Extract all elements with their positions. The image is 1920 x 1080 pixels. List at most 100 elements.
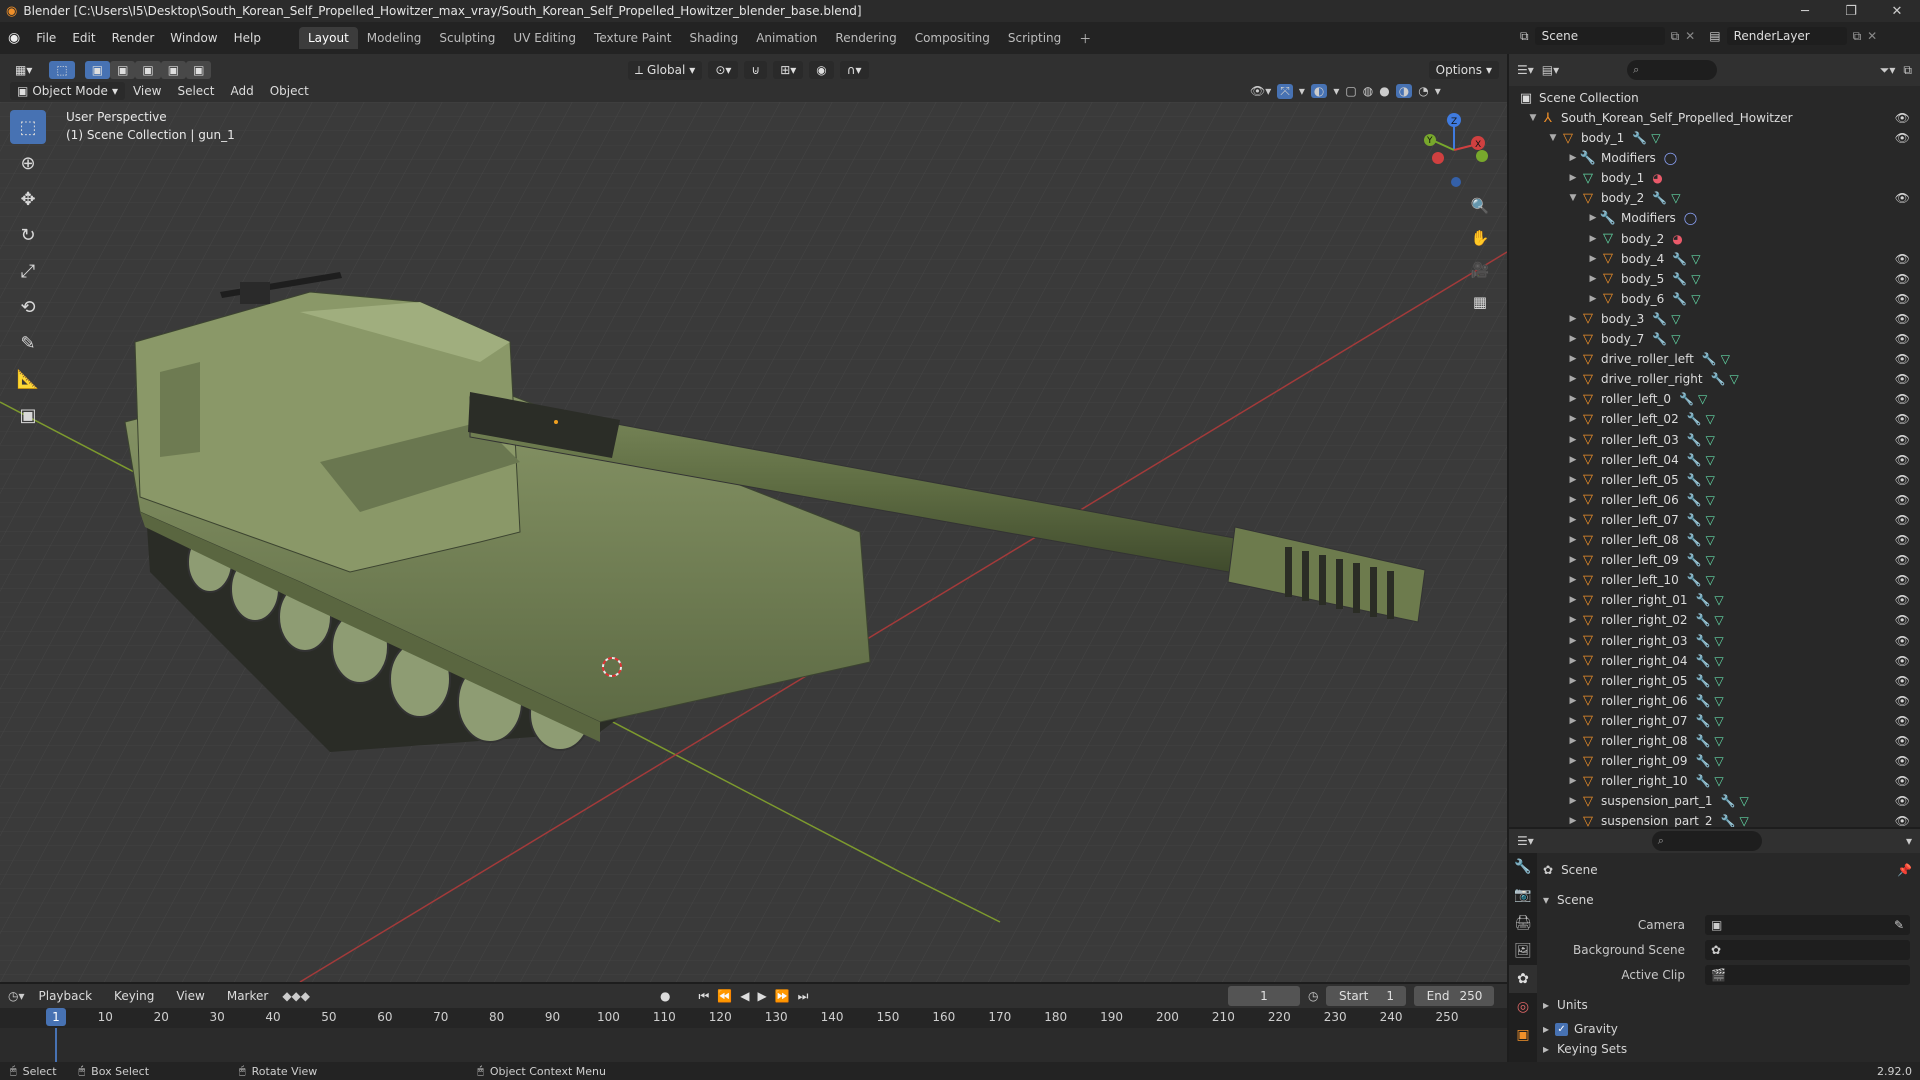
modifier-icon[interactable]: 🔧: [1687, 493, 1702, 507]
keying-sets-panel-header[interactable]: ▸ Keying Sets: [1539, 1042, 1920, 1056]
modifier-icon[interactable]: 🔧: [1695, 694, 1710, 708]
tab-compositing[interactable]: Compositing: [906, 27, 999, 49]
jump-end-icon[interactable]: ⏭: [798, 989, 809, 1004]
visibility-eye-icon[interactable]: 👁: [1895, 493, 1910, 507]
timeline-menu-marker[interactable]: Marker: [219, 989, 276, 1003]
expand-arrow-icon[interactable]: ▶: [1567, 314, 1579, 324]
filter-icon[interactable]: ⏷▾: [1880, 63, 1896, 78]
select-mode-intersect-icon[interactable]: ▣: [186, 61, 212, 79]
mesh-data-icon[interactable]: ▽: [1739, 814, 1748, 827]
close-button[interactable]: ✕: [1874, 0, 1920, 22]
visibility-eye-icon[interactable]: 👁: [1895, 634, 1910, 648]
gravity-panel-header[interactable]: ▸ ✓ Gravity: [1539, 1018, 1920, 1040]
gizmo-toggle-icon[interactable]: ⤧: [1277, 83, 1293, 99]
modifier-icon[interactable]: 🔧: [1652, 332, 1667, 346]
menu-help[interactable]: Help: [226, 31, 269, 45]
expand-arrow-icon[interactable]: ▶: [1567, 756, 1579, 766]
expand-arrow-icon[interactable]: ▶: [1587, 254, 1599, 264]
expand-arrow-icon[interactable]: ▶: [1567, 495, 1579, 505]
modifier-icon[interactable]: 🔧: [1695, 774, 1710, 788]
play-reverse-icon[interactable]: ◀: [740, 989, 749, 1003]
mesh-data-icon[interactable]: ▽: [1691, 292, 1700, 306]
select-mode-new-icon[interactable]: ▣: [84, 61, 111, 79]
menu-render[interactable]: Render: [104, 31, 163, 45]
modifier-icon[interactable]: 🔧: [1695, 734, 1710, 748]
mesh-data-icon[interactable]: ▽: [1721, 352, 1730, 366]
visibility-eye-icon[interactable]: 👁: [1895, 794, 1910, 808]
pan-hand-icon[interactable]: ✋: [1466, 224, 1494, 252]
timeline-ruler[interactable]: 1102030405060708090100110120130140150160…: [0, 1008, 1507, 1028]
visibility-eye-icon[interactable]: 👁: [1895, 191, 1910, 205]
visibility-icon[interactable]: 👁▾: [1250, 84, 1271, 98]
visibility-eye-icon[interactable]: 👁: [1895, 593, 1910, 607]
outliner-scene-collection[interactable]: ▣ Scene Collection: [1517, 88, 1639, 108]
collapse-arrow-icon[interactable]: ▼: [1547, 133, 1559, 143]
outliner-collection-row[interactable]: ▼ ⅄ South_Korean_Self_Propelled_Howitzer…: [1527, 108, 1920, 128]
mesh-data-icon[interactable]: ▽: [1671, 191, 1680, 205]
material-icon[interactable]: ◕: [1672, 232, 1682, 246]
visibility-eye-icon[interactable]: 👁: [1895, 714, 1910, 728]
cursor-tool-icon[interactable]: ⊕: [10, 146, 46, 180]
mesh-data-icon[interactable]: ▽: [1651, 131, 1660, 145]
modifier-icon[interactable]: 🔧: [1687, 412, 1702, 426]
expand-arrow-icon[interactable]: ▶: [1587, 213, 1599, 223]
mesh-data-icon[interactable]: ▽: [1671, 332, 1680, 346]
visibility-eye-icon[interactable]: 👁: [1895, 453, 1910, 467]
expand-arrow-icon[interactable]: ▶: [1567, 535, 1579, 545]
start-frame-field[interactable]: Start 1: [1326, 986, 1407, 1006]
mesh-data-icon[interactable]: ▽: [1714, 714, 1723, 728]
modifier-icon[interactable]: 🔧: [1687, 513, 1702, 527]
outliner-row[interactable]: ▶ ▽ roller_left_10 🔧 ▽ 👁: [1509, 570, 1920, 590]
menu-edit[interactable]: Edit: [64, 31, 103, 45]
3d-viewport[interactable]: [0, 102, 1507, 982]
view-layer-tab-icon[interactable]: 🖼: [1509, 937, 1537, 965]
snap-target-dropdown[interactable]: ⊞▾: [773, 61, 804, 79]
visibility-eye-icon[interactable]: 👁: [1895, 613, 1910, 627]
blender-menu-icon[interactable]: ◉: [0, 30, 28, 46]
modifier-icon[interactable]: 🔧: [1672, 272, 1687, 286]
ortho-grid-icon[interactable]: ▦: [1466, 288, 1494, 316]
modifier-icon[interactable]: 🔧: [1632, 131, 1647, 145]
snap-toggle-icon[interactable]: ⊍: [744, 61, 768, 79]
modifier-icon[interactable]: 🔧: [1652, 312, 1667, 326]
modifier-toggle-icon[interactable]: ◯: [1684, 211, 1697, 225]
mesh-data-icon[interactable]: ▽: [1706, 493, 1715, 507]
expand-arrow-icon[interactable]: ▶: [1567, 736, 1579, 746]
visibility-eye-icon[interactable]: 👁: [1895, 433, 1910, 447]
mesh-data-icon[interactable]: ▽: [1714, 694, 1723, 708]
visibility-eye-icon[interactable]: 👁: [1895, 654, 1910, 668]
shading-wireframe-icon[interactable]: ◍: [1363, 84, 1373, 98]
material-icon[interactable]: ◕: [1652, 171, 1662, 185]
expand-arrow-icon[interactable]: ▶: [1567, 515, 1579, 525]
new-scene-icon[interactable]: ⧉: [1671, 29, 1680, 44]
visibility-eye-icon[interactable]: 👁: [1895, 573, 1910, 587]
overlay-dropdown-icon[interactable]: ▾: [1333, 84, 1339, 98]
new-view-layer-icon[interactable]: ⧉: [1853, 29, 1862, 44]
mesh-data-icon[interactable]: ▽: [1714, 613, 1723, 627]
outliner-row[interactable]: ▶ ▽ suspension_part_1 🔧 ▽ 👁: [1509, 791, 1920, 811]
pin-icon[interactable]: 📌: [1897, 863, 1912, 877]
play-icon[interactable]: ▶: [757, 989, 766, 1003]
expand-arrow-icon[interactable]: ▶: [1567, 173, 1579, 183]
modifier-icon[interactable]: 🔧: [1695, 754, 1710, 768]
camera-field[interactable]: ▣ ✎: [1705, 915, 1910, 935]
expand-arrow-icon[interactable]: ▶: [1567, 435, 1579, 445]
outliner-row[interactable]: ▶ ▽ roller_left_06 🔧 ▽ 👁: [1509, 490, 1920, 510]
visibility-eye-icon[interactable]: 👁: [1895, 352, 1910, 366]
outliner-row[interactable]: ▶ 🔧 Modifiers ◯: [1567, 148, 1920, 168]
outliner-row[interactable]: ▶ ▽ roller_left_0 🔧 ▽ 👁: [1509, 389, 1920, 409]
scene-type-icon[interactable]: ⧉: [1520, 29, 1529, 44]
scale-tool-icon[interactable]: ⤢: [10, 254, 46, 288]
tab-animation[interactable]: Animation: [747, 27, 826, 49]
visibility-eye-icon[interactable]: 👁: [1895, 412, 1910, 426]
tab-uv-editing[interactable]: UV Editing: [504, 27, 585, 49]
move-tool-icon[interactable]: ✥: [10, 182, 46, 216]
end-frame-field[interactable]: End 250: [1414, 986, 1495, 1006]
units-panel-header[interactable]: ▸ Units: [1539, 994, 1920, 1016]
outliner-row[interactable]: ▶ ▽ roller_left_03 🔧 ▽ 👁: [1509, 430, 1920, 450]
properties-search-input[interactable]: ⌕: [1651, 831, 1762, 851]
add-workspace-icon[interactable]: ＋: [1070, 26, 1100, 51]
properties-options-icon[interactable]: ▾: [1906, 834, 1912, 848]
mesh-data-icon[interactable]: ▽: [1714, 734, 1723, 748]
outliner-row[interactable]: ▶ ▽ roller_right_03 🔧 ▽ 👁: [1509, 631, 1920, 651]
